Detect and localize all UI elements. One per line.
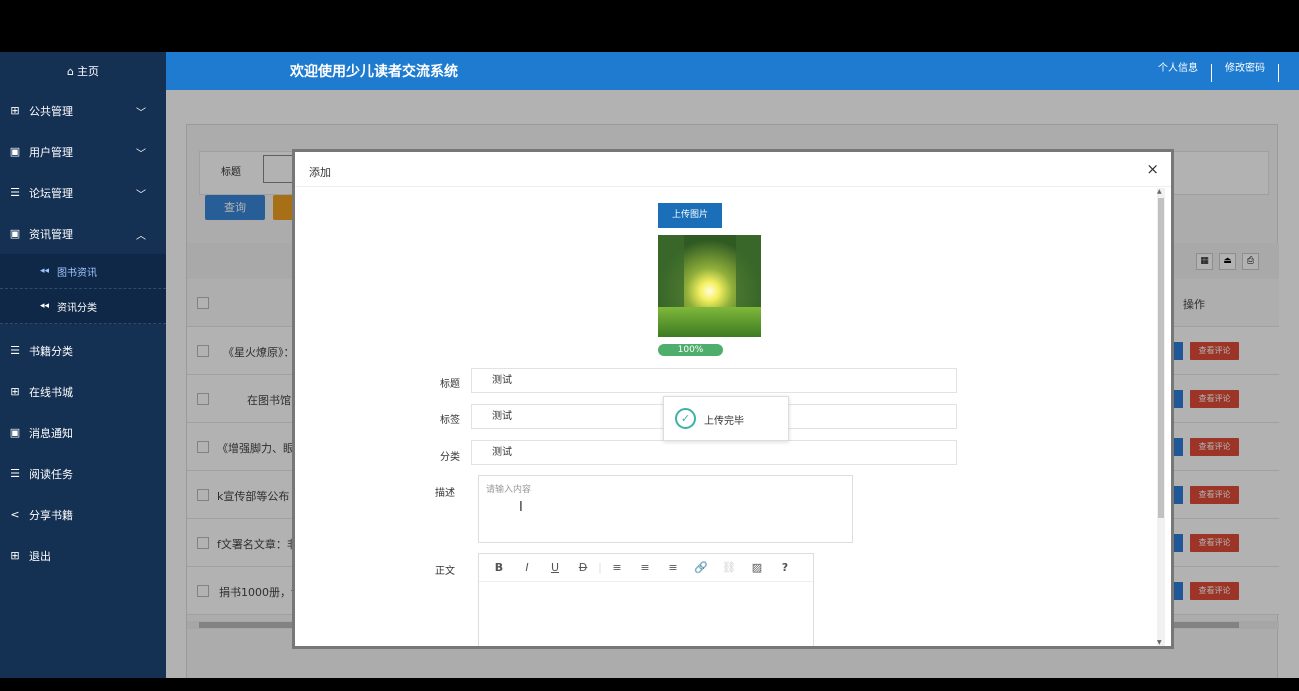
toast-message: 上传完毕: [704, 416, 744, 427]
sidebar-item-label: 分享书籍: [29, 508, 73, 522]
home-label: 主页: [76, 65, 99, 78]
text-cursor-icon: I: [519, 500, 523, 515]
sidebar-item-forum[interactable]: ☰ 论坛管理 ﹀: [0, 172, 166, 213]
sidebar-item-label: 消息通知: [29, 426, 73, 440]
app-frame: ⌂ 主页 ⊞ 公共管理 ﹀ ▣ 用户管理 ﹀ ☰ 论坛管理 ﹀ ▣ 资讯管理 ︿…: [0, 52, 1299, 678]
home-link[interactable]: ⌂ 主页: [0, 52, 166, 90]
description-textarea[interactable]: 请输入内容: [478, 475, 853, 543]
sidebar-item-logout[interactable]: ⊞ 退出: [0, 535, 166, 576]
home-icon: ⌂: [67, 64, 74, 78]
upload-image-button[interactable]: 上传图片: [658, 203, 722, 228]
sidebar-item-label: 阅读任务: [29, 467, 73, 481]
grid-icon: ⊞: [10, 549, 20, 562]
sidebar-item-book-category[interactable]: ☰ 书籍分类: [0, 330, 166, 371]
upload-progress: 100%: [658, 344, 723, 356]
bold-icon[interactable]: B: [485, 561, 513, 574]
title-input[interactable]: 测试: [471, 368, 957, 393]
align-left-icon[interactable]: ≡: [603, 561, 631, 574]
category-select[interactable]: 测试: [471, 440, 957, 465]
sidebar-subitem-news-category[interactable]: ◂◂ 资讯分类: [0, 289, 166, 324]
add-dialog: 添加 × 上传图片 100% 标题 测试 标签 测试 分类 测试 描述 请输入内…: [292, 149, 1174, 649]
sidebar: ⌂ 主页 ⊞ 公共管理 ﹀ ▣ 用户管理 ﹀ ☰ 论坛管理 ﹀ ▣ 资讯管理 ︿…: [0, 52, 166, 678]
list-icon: ☰: [10, 344, 20, 357]
body-label: 正文: [435, 566, 455, 577]
chevron-down-icon: ﹀: [136, 108, 146, 119]
image-icon[interactable]: ▨: [743, 561, 771, 574]
top-header: 欢迎使用少儿读者交流系统 个人信息 修改密码: [166, 52, 1299, 90]
dialog-title: 添加: [309, 166, 331, 179]
sidebar-item-label: 论坛管理: [29, 186, 73, 200]
sidebar-item-notifications[interactable]: ▣ 消息通知: [0, 412, 166, 453]
sidebar-item-label: 用户管理: [29, 145, 73, 159]
sidebar-item-label: 在线书城: [29, 385, 73, 399]
scroll-up-icon[interactable]: ▲: [1157, 188, 1162, 195]
unlink-icon[interactable]: ⛓: [715, 561, 743, 574]
align-center-icon[interactable]: ≡: [631, 561, 659, 574]
share-icon: <: [10, 508, 20, 521]
list-icon: ☰: [10, 467, 20, 480]
rich-text-editor: B I U D | ≡ ≡ ≡ 🔗 ⛓ ▨ ?: [478, 553, 814, 646]
sidebar-subitem-label: 资讯分类: [57, 302, 98, 314]
chevron-down-icon: ﹀: [136, 190, 146, 201]
sidebar-item-label: 书籍分类: [29, 344, 73, 358]
scroll-down-icon[interactable]: ▼: [1157, 639, 1162, 646]
uploaded-image-preview: [658, 235, 761, 337]
category-label: 分类: [440, 452, 460, 463]
sidebar-item-news[interactable]: ▣ 资讯管理 ︿: [0, 213, 166, 254]
strikethrough-icon[interactable]: D: [569, 561, 597, 574]
list-icon: ☰: [10, 186, 20, 199]
page-title: 欢迎使用少儿读者交流系统: [290, 64, 458, 80]
grid-icon: ⊞: [10, 385, 20, 398]
sidebar-item-users[interactable]: ▣ 用户管理 ﹀: [0, 131, 166, 172]
italic-icon[interactable]: I: [513, 561, 541, 574]
sidebar-item-bookstore[interactable]: ⊞ 在线书城: [0, 371, 166, 412]
tag-label: 标签: [440, 415, 460, 426]
doc-icon: ▣: [9, 145, 21, 158]
sidebar-item-share-books[interactable]: < 分享书籍: [0, 494, 166, 535]
editor-toolbar: B I U D | ≡ ≡ ≡ 🔗 ⛓ ▨ ?: [479, 554, 813, 582]
doc-icon: ▣: [9, 227, 21, 240]
sidebar-item-reading-tasks[interactable]: ☰ 阅读任务: [0, 453, 166, 494]
dialog-header: 添加 ×: [295, 152, 1171, 187]
underline-icon[interactable]: U: [541, 561, 569, 574]
chevron-down-icon: ﹀: [136, 149, 146, 160]
sidebar-item-label: 公共管理: [29, 104, 73, 118]
close-icon[interactable]: ×: [1146, 160, 1159, 178]
double-arrow-left-icon: ◂◂: [40, 301, 50, 311]
description-label: 描述: [435, 488, 455, 499]
chevron-up-icon: ︿: [136, 231, 146, 242]
sidebar-subitem-label: 图书资讯: [57, 267, 98, 279]
sidebar-item-public[interactable]: ⊞ 公共管理 ﹀: [0, 90, 166, 131]
sidebar-item-label: 资讯管理: [29, 227, 73, 241]
sidebar-subitem-book-news[interactable]: ◂◂ 图书资讯: [0, 254, 166, 289]
link-icon[interactable]: 🔗: [687, 561, 715, 574]
sidebar-item-label: 退出: [29, 549, 51, 563]
profile-link[interactable]: 个人信息: [1145, 64, 1212, 82]
check-circle-icon: ✓: [675, 408, 696, 429]
align-right-icon[interactable]: ≡: [659, 561, 687, 574]
help-icon[interactable]: ?: [771, 561, 799, 574]
change-password-link[interactable]: 修改密码: [1212, 64, 1279, 82]
upload-success-toast: ✓ 上传完毕: [663, 396, 789, 441]
grid-icon: ⊞: [10, 104, 20, 117]
doc-icon: ▣: [9, 426, 21, 439]
title-label: 标题: [440, 379, 460, 390]
double-arrow-left-icon: ◂◂: [40, 266, 50, 276]
dialog-body: 上传图片 100% 标题 测试 标签 测试 分类 测试 描述 请输入内容 I 正…: [295, 188, 1171, 646]
scroll-thumb[interactable]: [1158, 198, 1164, 518]
dialog-scrollbar[interactable]: ▲ ▼: [1157, 188, 1165, 646]
header-links: 个人信息 修改密码: [1145, 64, 1279, 82]
